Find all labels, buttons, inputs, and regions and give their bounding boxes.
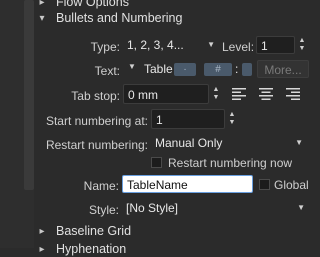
tab-stop-input[interactable]: 0 mm bbox=[123, 84, 209, 104]
restart-now-label: Restart numbering now bbox=[168, 156, 293, 170]
start-numbering-stepper[interactable]: ▲ ▼ bbox=[227, 110, 237, 128]
align-center-icon bbox=[259, 88, 273, 100]
align-right-button[interactable] bbox=[282, 85, 304, 103]
name-input[interactable]: TableName bbox=[122, 175, 253, 193]
stepper-up-icon: ▲ bbox=[228, 111, 236, 118]
name-value: TableName bbox=[127, 178, 188, 192]
name-label: Name: bbox=[83, 179, 119, 193]
panel-scrollbar-track[interactable] bbox=[0, 0, 34, 248]
chevron-down-icon: ▾ bbox=[39, 12, 45, 24]
text-dropdown-value: Table bbox=[144, 62, 173, 76]
text-token-chip-2[interactable] bbox=[242, 63, 252, 76]
align-center-button[interactable] bbox=[255, 85, 277, 103]
restart-numbering-value: Manual Only bbox=[155, 136, 223, 150]
section-baseline-grid[interactable]: ▸ Baseline Grid bbox=[36, 223, 131, 239]
level-label: Level: bbox=[222, 40, 255, 54]
chevron-down-icon: ▼ bbox=[128, 62, 136, 71]
stepper-down-icon: ▼ bbox=[298, 45, 306, 52]
more-button[interactable]: More... bbox=[257, 60, 309, 78]
level-input[interactable]: 1 bbox=[256, 36, 295, 54]
chevron-right-icon: ▸ bbox=[39, 0, 45, 8]
section-bullets-numbering[interactable]: ▾ Bullets and Numbering bbox=[36, 10, 182, 26]
text-label: Text: bbox=[94, 64, 120, 78]
type-value: 1, 2, 3, 4... bbox=[127, 38, 184, 52]
level-value: 1 bbox=[261, 39, 268, 53]
restart-now-checkbox[interactable] bbox=[151, 157, 162, 168]
global-label: Global bbox=[274, 178, 309, 192]
tab-stop-value: 0 mm bbox=[128, 88, 158, 102]
section-hyphenation[interactable]: ▸ Hyphenation bbox=[36, 241, 126, 257]
chevron-down-icon: ▼ bbox=[295, 138, 303, 147]
align-left-icon bbox=[232, 88, 246, 100]
stepper-down-icon: ▼ bbox=[212, 94, 220, 101]
section-label: Hyphenation bbox=[56, 242, 127, 256]
section-flow-options[interactable]: ▸ Flow Options bbox=[36, 0, 129, 10]
restart-numbering-label: Restart numbering: bbox=[45, 138, 148, 152]
chevron-down-icon: ▼ bbox=[207, 40, 215, 49]
start-numbering-value: 1 bbox=[156, 113, 163, 127]
section-label: Bullets and Numbering bbox=[56, 11, 183, 25]
level-stepper[interactable]: ▲ ▼ bbox=[297, 36, 307, 54]
tab-stop-label: Tab stop: bbox=[71, 89, 120, 103]
section-label: Flow Options bbox=[56, 0, 129, 9]
text-separator: : bbox=[235, 62, 239, 76]
style-value: [No Style] bbox=[126, 201, 179, 215]
style-dropdown[interactable]: [No Style] ▼ bbox=[122, 199, 309, 217]
hash-chip-label: # bbox=[215, 64, 221, 75]
start-numbering-label: Start numbering at: bbox=[45, 114, 148, 128]
panel-scrollbar-thumb[interactable] bbox=[24, 0, 34, 190]
restart-numbering-dropdown[interactable]: Manual Only ▼ bbox=[151, 134, 309, 152]
global-checkbox[interactable] bbox=[259, 179, 270, 190]
text-hash-chip[interactable]: # bbox=[204, 63, 232, 76]
tab-stop-stepper[interactable]: ▲ ▼ bbox=[211, 85, 221, 103]
align-left-button[interactable] bbox=[228, 85, 250, 103]
stepper-up-icon: ▲ bbox=[298, 37, 306, 44]
section-label: Baseline Grid bbox=[56, 224, 132, 238]
align-right-icon bbox=[286, 88, 300, 100]
chevron-right-icon: ▸ bbox=[39, 225, 45, 237]
text-token-chip[interactable]: · bbox=[174, 63, 196, 76]
text-dropdown[interactable]: ▼ Table · # : bbox=[126, 60, 254, 78]
stepper-down-icon: ▼ bbox=[228, 119, 236, 126]
style-label: Style: bbox=[88, 203, 119, 217]
chevron-down-icon: ▼ bbox=[297, 203, 305, 212]
type-label: Type: bbox=[90, 40, 120, 54]
type-dropdown[interactable]: 1, 2, 3, 4... ▼ bbox=[123, 36, 219, 54]
start-numbering-input[interactable]: 1 bbox=[151, 109, 225, 129]
stepper-up-icon: ▲ bbox=[212, 86, 220, 93]
chevron-right-icon: ▸ bbox=[39, 243, 45, 255]
